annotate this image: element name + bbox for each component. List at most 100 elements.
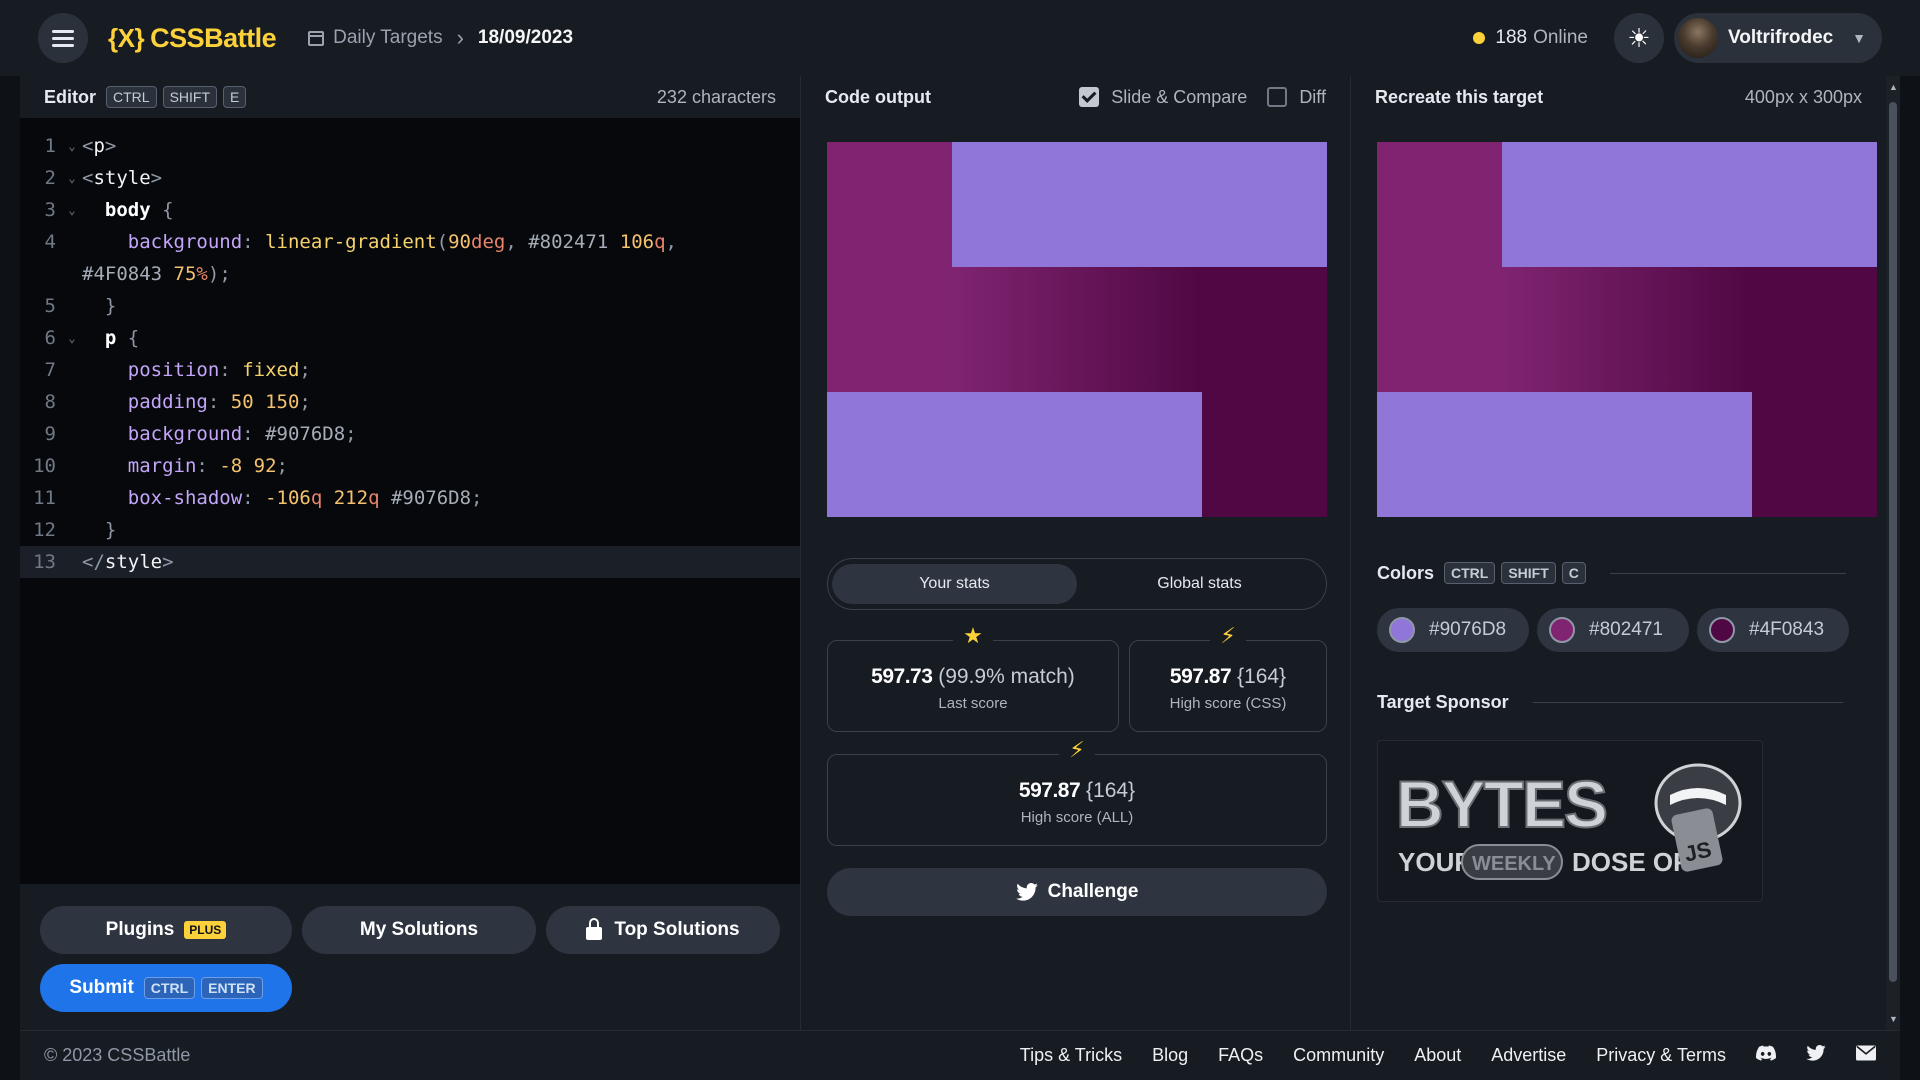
editor-footer: Plugins PLUS My Solutions Top Solutions … [20,884,800,1030]
high-score-css-value: 597.87 [1169,665,1232,688]
code-line[interactable]: 4 background: linear-gradient(90deg, #80… [20,226,800,258]
breadcrumb-daily-targets[interactable]: Daily Targets [333,27,442,49]
online-count: 188 [1495,27,1528,48]
footer-link-blog[interactable]: Blog [1152,1045,1188,1066]
slide-compare-toggle[interactable]: Slide & Compare [1079,87,1247,108]
footer-link-tips[interactable]: Tips & Tricks [1020,1045,1122,1066]
code-line[interactable]: 5 } [20,290,800,322]
code-line[interactable]: 3 ⌄ body { [20,194,800,226]
code-line[interactable]: 12 } [20,514,800,546]
kbd-e: E [223,86,247,108]
sponsor-brand: BYTES [1396,767,1606,841]
kbd-ctrl: CTRL [143,977,196,999]
code-line[interactable]: 8 padding: 50 150; [20,386,800,418]
fold-icon[interactable]: ⌄ [62,203,82,217]
scrollbar-thumb[interactable] [1889,102,1897,982]
footer-link-privacy[interactable]: Privacy & Terms [1596,1045,1726,1066]
code-token: body [104,199,151,221]
my-solutions-button[interactable]: My Solutions [302,906,536,954]
copyright: © 2023 CSSBattle [44,1045,191,1065]
fold-icon[interactable]: ⌄ [62,331,82,345]
chevron-right-icon: › [456,25,464,50]
char-count: 232 characters [656,86,776,107]
challenge-button[interactable]: Challenge [827,868,1327,916]
footer-link-advertise[interactable]: Advertise [1491,1045,1566,1066]
code-token: deg [471,231,506,253]
code-token: linear-gradient [265,231,437,253]
code-token: #802471 [528,231,609,253]
tab-your-stats[interactable]: Your stats [832,564,1077,604]
checkbox-unchecked-icon[interactable] [1267,87,1288,107]
tab-global-stats[interactable]: Global stats [1077,564,1322,604]
output-panel: Code output Slide & Compare Diff Your st… [800,76,1350,1030]
code-token: padding [127,391,208,413]
code-line[interactable]: 1 ⌄ <p> [20,130,800,162]
line-number: 6 [44,327,56,349]
top-bar: {X} CSSBattle Daily Targets › 18/09/2023… [0,0,1920,76]
code-line[interactable]: 6 ⌄ p { [20,322,800,354]
footer-link-about[interactable]: About [1414,1045,1461,1066]
high-score-css-card: ⚡ 597.87 {164} High score (CSS) [1129,623,1327,732]
code-line-active[interactable]: 13 </style> [20,546,800,578]
sponsor-section: Target Sponsor [1377,692,1857,713]
code-line[interactable]: 10 margin: -8 92; [20,450,800,482]
logo-text: CSSBattle [150,22,277,53]
diff-label: Diff [1299,86,1326,107]
footer-link-faqs[interactable]: FAQs [1218,1045,1263,1066]
code-line[interactable]: 11 box-shadow: -106q 212q #9076D8; [20,482,800,514]
editor-panel: Editor CTRL SHIFT E 232 characters 1 ⌄ <p>… [20,76,800,1030]
footer-link-community[interactable]: Community [1293,1045,1384,1066]
top-solutions-button[interactable]: Top Solutions [546,906,780,954]
submit-button[interactable]: Submit CTRL ENTER [40,964,292,1012]
code-token: p [104,327,117,349]
kbd-shift: SHIFT [1501,562,1556,584]
colors-label: Colors [1377,562,1435,583]
divider [1609,572,1846,574]
kbd-ctrl: CTRL [1444,562,1496,584]
code-line[interactable]: 7 position: fixed; [20,354,800,386]
theme-toggle-button[interactable]: ☀ [1614,13,1664,63]
line-number: 11 [33,487,56,509]
menu-button[interactable] [38,13,88,63]
code-line-wrap[interactable]: #4F0843 75%); [20,258,800,290]
sun-icon: ☀ [1627,22,1651,53]
sponsor-label: Target Sponsor [1377,692,1509,712]
color-swatch[interactable]: #9076D8 [1377,608,1529,652]
scrollbar[interactable]: ▲ ▼ [1886,76,1900,1030]
code-output-canvas[interactable] [827,142,1327,517]
high-score-all-value: 597.87 [1018,779,1081,802]
code-token: % [196,263,208,285]
high-score-all-card: ⚡ 597.87 {164} High score (ALL) [827,737,1327,846]
discord-icon[interactable] [1756,1045,1777,1066]
fold-icon[interactable]: ⌄ [62,139,82,153]
online-indicator: 188 Online [1473,27,1588,49]
scroll-down-icon[interactable]: ▼ [1889,1014,1898,1024]
last-score-label: Last score [938,695,1008,712]
code-line[interactable]: 9 background: #9076D8; [20,418,800,450]
lock-icon [586,917,603,940]
hamburger-icon [52,36,74,40]
code-token: p [93,135,105,157]
logo-mark: {X} [108,22,145,53]
plugins-button[interactable]: Plugins PLUS [40,906,292,954]
mail-icon[interactable] [1856,1045,1876,1066]
logo[interactable]: {X} CSSBattle [108,22,277,54]
diff-toggle[interactable]: Diff [1267,87,1326,108]
twitter-icon [1015,883,1038,901]
color-swatch[interactable]: #802471 [1537,608,1689,652]
scroll-up-icon[interactable]: ▲ [1889,82,1898,92]
twitter-icon[interactable] [1806,1045,1826,1066]
fold-icon[interactable]: ⌄ [62,171,82,185]
output-header: Code output Slide & Compare Diff [801,76,1350,118]
code-editor[interactable]: 1 ⌄ <p> 2 ⌄ <style> 3 ⌄ body { 4 background: … [20,118,800,578]
user-menu[interactable]: Voltrifrodec ▼ [1674,13,1882,63]
sponsor-banner[interactable]: BYTES YOUR WEEKLY DOSE OF JS [1377,740,1763,902]
checkbox-checked-icon[interactable] [1079,87,1100,107]
stats-tabs: Your stats Global stats [827,558,1327,610]
kbd-ctrl: CTRL [106,86,157,108]
line-number: 7 [44,359,56,381]
code-token: style [104,551,163,573]
code-line[interactable]: 2 ⌄ <style> [20,162,800,194]
top-solutions-label: Top Solutions [614,919,740,940]
color-swatch[interactable]: #4F0843 [1697,608,1849,652]
